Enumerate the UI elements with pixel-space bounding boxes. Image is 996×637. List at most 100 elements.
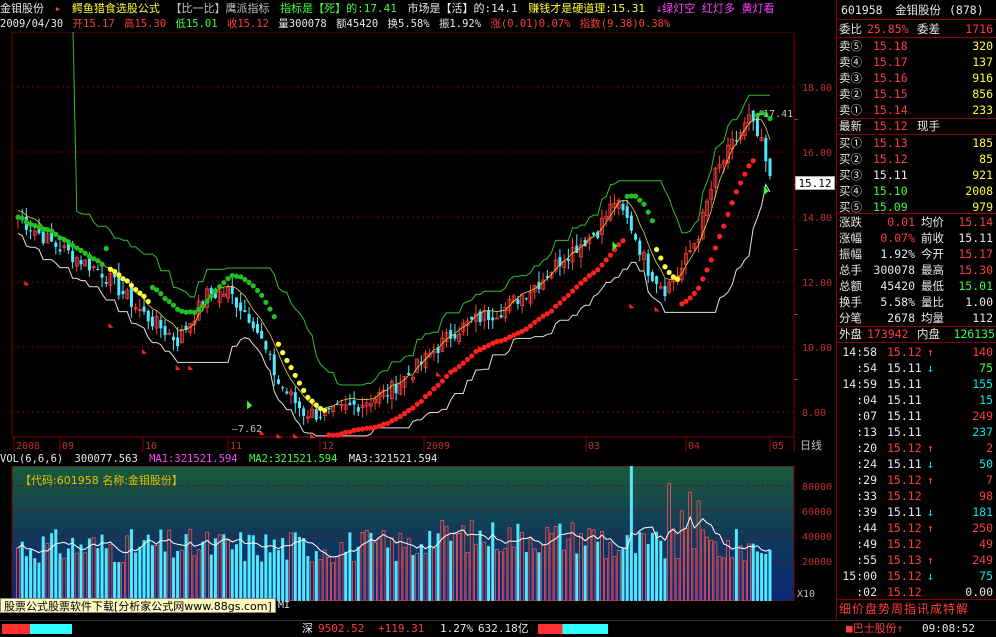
signal-dot xyxy=(750,158,756,164)
signal-dot xyxy=(112,268,118,275)
vol-bar xyxy=(29,549,33,601)
signal-dot xyxy=(116,272,122,278)
bid-row[interactable]: 买① 15.13 185 xyxy=(837,135,996,151)
signal-dot xyxy=(242,276,248,283)
candle-body xyxy=(524,298,528,300)
stat-row[interactable]: 总手 300078 最高 15.30 xyxy=(837,262,996,278)
bid-row[interactable]: 买② 15.12 85 xyxy=(837,151,996,167)
tick-row[interactable]: :29 15.12 ↑ 7 xyxy=(837,472,996,488)
period-label[interactable]: 日线 xyxy=(800,438,822,452)
signal-dot xyxy=(687,295,693,301)
bid-row[interactable]: 买④ 15.10 2008 xyxy=(837,183,996,199)
vol-bar xyxy=(272,539,276,601)
kline-chart[interactable]: 18.00 16.00 14.00 12.00 10.00 8.00 —17.41 —7.… xyxy=(0,32,836,452)
tick-row[interactable]: :39 15.11 ↓ 181 xyxy=(837,504,996,520)
stock-name[interactable]: 金钼股份 xyxy=(0,2,44,15)
vol-bar xyxy=(751,543,755,601)
candle-body xyxy=(293,392,297,404)
bid-row[interactable]: 买③ 15.11 921 xyxy=(837,167,996,183)
date-label: 12 xyxy=(322,441,334,452)
stat-row[interactable]: 振幅 1.92% 今开 15.17 xyxy=(837,246,996,262)
candle-body xyxy=(163,326,167,336)
signal-dot xyxy=(632,193,639,199)
vol-tick: 20000 xyxy=(802,557,832,568)
ask-row[interactable]: 卖① 15.14 233 xyxy=(837,102,996,118)
signal-dot xyxy=(296,380,303,386)
tick-row[interactable]: :24 15.11 ↓ 50 xyxy=(837,456,996,472)
ticker-stock[interactable]: ■巴士股份↑ xyxy=(846,621,903,637)
tick-row[interactable]: 14:59 15.11 155 xyxy=(837,376,996,392)
tick-row[interactable]: :54 15.11 ↓ 75 xyxy=(837,360,996,376)
signal-dot xyxy=(569,288,576,294)
candle-body xyxy=(272,354,276,376)
candle-body xyxy=(314,409,318,420)
vol-bar xyxy=(66,548,70,601)
title-bar: 金钼股份 ▸ 鳄鱼猎食选股公式 【比一比】鹰派指标 指标是【死】的:17.41 … xyxy=(0,0,836,17)
tick-row[interactable]: :33 15.12 98 xyxy=(837,488,996,504)
signal-dot xyxy=(78,247,84,253)
candle-body xyxy=(394,383,398,394)
ask-row[interactable]: 卖② 15.15 856 xyxy=(837,86,996,102)
tick-row[interactable]: :07 15.11 249 xyxy=(837,408,996,424)
vol-bar xyxy=(255,555,259,601)
tick-row[interactable]: 14:58 15.12 ↑ 140 xyxy=(837,344,996,360)
index-amount: 632.18亿 xyxy=(478,622,529,635)
vol-tick: 60000 xyxy=(802,507,832,518)
vol-bar xyxy=(419,544,423,601)
signal-dot xyxy=(607,252,613,258)
stat-row[interactable]: 换手 5.58% 量比 1.00 xyxy=(837,294,996,310)
ask-row[interactable]: 卖⑤ 15.18 320 xyxy=(837,38,996,54)
signal-dot xyxy=(196,306,202,312)
vol-bar xyxy=(129,529,133,601)
volume-chart[interactable]: 【代码:601958 名称:金钼股份】 80000 60000 40000 20000… xyxy=(0,466,836,601)
tick-row[interactable]: :02 15.12 0.00 xyxy=(837,584,996,600)
signal-dot xyxy=(133,286,139,293)
signal-dot xyxy=(158,291,164,297)
tick-row[interactable]: 15:00 15.12 ↓ 75 xyxy=(837,568,996,584)
signal-dot xyxy=(309,398,315,404)
vol-bar xyxy=(428,530,432,601)
candle-body xyxy=(146,310,150,322)
signal-dot xyxy=(582,277,588,283)
tick-row[interactable]: :04 15.11 15 xyxy=(837,392,996,408)
tick-row[interactable]: :49 15.12 49 xyxy=(837,536,996,552)
candle-body xyxy=(625,206,629,218)
info-change: 涨(0.01)0.07% xyxy=(490,18,571,30)
signal-dot xyxy=(561,296,567,302)
signal-dot xyxy=(620,238,626,244)
signal-dot xyxy=(599,262,605,268)
signal-dot xyxy=(641,201,647,207)
tick-row[interactable]: :44 15.12 ↑ 250 xyxy=(837,520,996,536)
vol-bar xyxy=(449,540,453,601)
price-tick: 18.00 xyxy=(802,83,832,94)
ask-row[interactable]: 卖④ 15.17 137 xyxy=(837,54,996,70)
candle-body xyxy=(621,203,625,211)
vol-bar xyxy=(171,557,175,601)
stat-row[interactable]: 总额 45420 最低 15.01 xyxy=(837,278,996,294)
vol-bar xyxy=(247,534,251,601)
signal-dot xyxy=(716,233,723,239)
stat-row[interactable]: 涨跌 0.01 均价 15.14 xyxy=(837,214,996,230)
vol-bar xyxy=(201,541,205,601)
candle-body xyxy=(213,293,217,298)
tick-row[interactable]: :55 15.13 ↑ 249 xyxy=(837,552,996,568)
candle-body xyxy=(87,257,91,271)
ask-row[interactable]: 卖③ 15.16 916 xyxy=(837,70,996,86)
candle-body xyxy=(734,140,738,142)
vol-bar xyxy=(663,558,667,601)
stat-row[interactable]: 涨幅 0.07% 前收 15.11 xyxy=(837,230,996,246)
status-bar: 深 9502.52 +119.31 1.27% 632.18亿 ■巴士股份↑ 0… xyxy=(0,620,996,637)
stat-row[interactable]: 分笔 2678 均量 112 xyxy=(837,310,996,326)
tick-row[interactable]: :13 15.11 237 xyxy=(837,424,996,440)
vol-bar xyxy=(24,556,28,601)
date-label: 04 xyxy=(688,441,700,452)
signal-dot xyxy=(145,298,151,305)
vol-bar xyxy=(209,554,213,601)
panel-tabs[interactable]: 细价盘势周指讯成特解 xyxy=(839,601,996,617)
tick-row[interactable]: :20 15.12 ↑ 2 xyxy=(837,440,996,456)
signal-dot xyxy=(658,255,664,261)
info-amplitude: 振1.92% xyxy=(438,18,482,30)
ad-banner[interactable]: 股票公式股票软件下载[分析家公式网www.88gs.com] xyxy=(0,598,276,613)
info-amount: 额45420 xyxy=(336,18,379,30)
vol-bar xyxy=(260,561,264,601)
